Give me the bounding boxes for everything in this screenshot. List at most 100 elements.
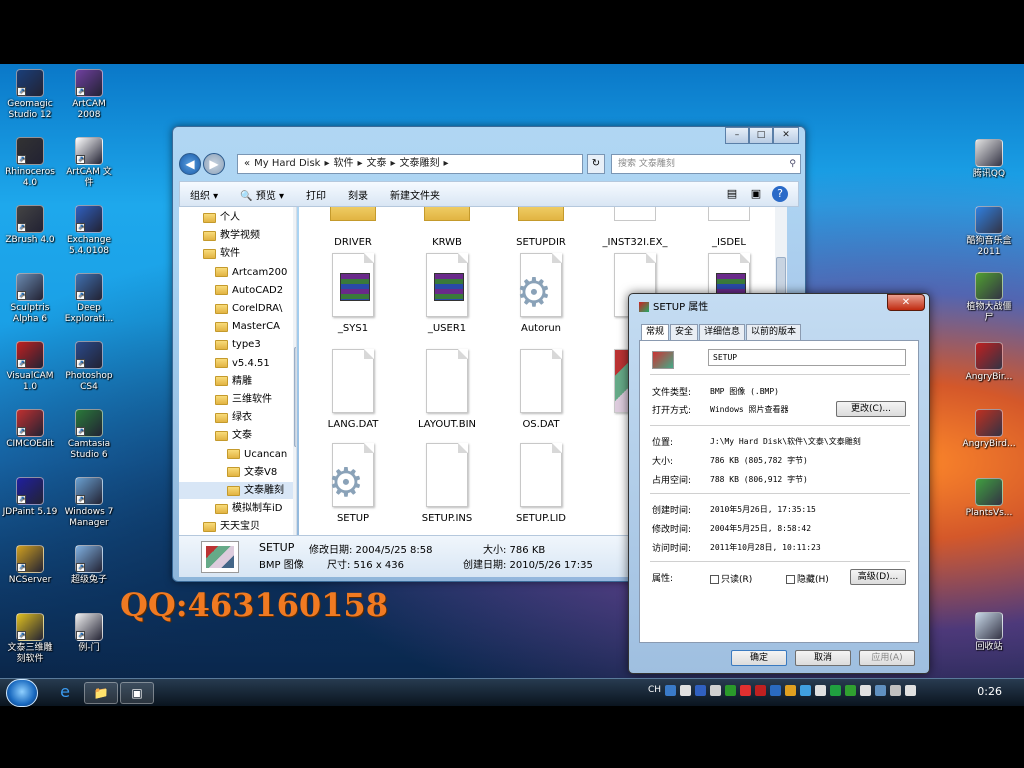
file-item[interactable]: ⚙ Autorun (499, 253, 583, 335)
tree-item[interactable]: CorelDRA\ (215, 300, 282, 317)
tree-item[interactable]: 三维软件 (215, 391, 272, 408)
tree-item[interactable]: 文泰 (215, 427, 252, 444)
tray-icon[interactable] (695, 685, 707, 696)
file-item[interactable]: _USER1 (405, 253, 489, 335)
view-options-icon[interactable]: ▤ (724, 186, 740, 202)
hidden-box[interactable] (786, 575, 795, 584)
desktop-shortcut[interactable]: AngryBir... (958, 342, 1020, 383)
lang-indicator[interactable]: CH (648, 685, 661, 696)
tree-scrollbar[interactable] (293, 207, 296, 535)
tree-item[interactable]: 文泰雕刻 (179, 482, 293, 499)
tree-item[interactable]: 模拟制车iD (215, 500, 282, 517)
desktop-shortcut[interactable]: ↗ Windows 7 Manager (58, 477, 120, 529)
desktop-shortcut[interactable]: ↗ 文泰三维雕 刻软件 (0, 613, 61, 665)
desktop-shortcut[interactable]: ↗ VisualCAM 1.0 (0, 341, 61, 393)
desktop-shortcut[interactable]: ↗ Exchange 5.4.0108 (58, 205, 120, 257)
breadcrumb-arrow-icon[interactable]: ▸ (444, 158, 449, 169)
desktop-shortcut[interactable]: 回收站 (958, 612, 1020, 653)
tree-item[interactable]: 天天宝贝 (203, 518, 260, 535)
filename-field[interactable]: SETUP (708, 349, 906, 366)
file-item[interactable]: LANG.DAT (311, 349, 395, 431)
desktop-shortcut[interactable]: 腾讯QQ (958, 139, 1020, 180)
help-icon[interactable]: ? (772, 186, 788, 202)
back-button[interactable]: ◀ (179, 153, 201, 175)
tray-icon[interactable] (845, 685, 857, 696)
ok-button[interactable]: 确定 (731, 650, 787, 666)
file-item[interactable]: _INST32I.EX_ (593, 207, 677, 249)
tray-icon[interactable] (800, 685, 812, 696)
file-item[interactable]: DRIVER (311, 207, 395, 249)
desktop-shortcut[interactable]: ↗ Deep Explorati... (58, 273, 120, 325)
desktop-shortcut[interactable]: ↗ Photoshop CS4 (58, 341, 120, 393)
breadcrumb-item[interactable]: 文泰 (367, 158, 387, 169)
properties-dialog[interactable]: SETUP 属性 ✕ 常规 安全 详细信息 以前的版本 SETUP 文件类型: … (628, 293, 930, 674)
desktop-shortcut[interactable]: ↗ 超级兔子 (58, 545, 120, 586)
breadcrumb-overflow[interactable]: « (244, 158, 250, 169)
readonly-checkbox[interactable]: 只读(R) (710, 572, 752, 585)
tray-icon[interactable] (710, 685, 722, 696)
tray-icon[interactable] (740, 685, 752, 696)
desktop-shortcut[interactable]: ↗ Geomagic Studio 12 (0, 69, 61, 121)
forward-button[interactable]: ▶ (203, 153, 225, 175)
breadcrumb-item[interactable]: 软件 (333, 158, 353, 169)
desktop-shortcut[interactable]: ↗ JDPaint 5.19 (0, 477, 61, 518)
tray-icon[interactable] (665, 685, 677, 696)
start-button[interactable] (6, 679, 38, 707)
desktop-shortcut[interactable]: ↗ CIMCOEdit (0, 409, 61, 450)
cancel-button[interactable]: 取消 (795, 650, 851, 666)
file-item[interactable]: _ISDEL (687, 207, 771, 249)
desktop-shortcut[interactable]: ↗ NCServer (0, 545, 61, 586)
file-item[interactable]: LAYOUT.BIN (405, 349, 489, 431)
desktop-shortcut[interactable]: PlantsVs... (958, 478, 1020, 519)
desktop-shortcut[interactable]: ↗ ArtCAM 文 件 (58, 137, 120, 189)
tray-icon[interactable] (755, 685, 767, 696)
refresh-button[interactable]: ↻ (587, 154, 605, 174)
breadcrumb-item[interactable]: 文泰雕刻 (400, 158, 440, 169)
ie-icon[interactable]: e (48, 682, 82, 704)
tray-icon[interactable] (905, 685, 917, 696)
tree-item[interactable]: 精雕 (215, 373, 252, 390)
address-bar[interactable]: « My Hard Disk ▸ 软件 ▸ 文泰 ▸ 文泰雕刻 ▸ (237, 154, 583, 174)
desktop-shortcut[interactable]: 植物大战僵 尸 (958, 272, 1020, 324)
minimize-button[interactable]: – (725, 127, 749, 144)
hidden-checkbox[interactable]: 隐藏(H) (786, 572, 829, 585)
file-item[interactable]: _SYS1 (311, 253, 395, 335)
tab-details[interactable]: 详细信息 (699, 324, 746, 340)
tree-scroll-thumb[interactable] (294, 347, 296, 447)
desktop-shortcut[interactable]: ↗ ZBrush 4.0 (0, 205, 61, 246)
readonly-box[interactable] (710, 575, 719, 584)
clock[interactable]: 0:26 (977, 685, 1002, 698)
tray-icon[interactable] (890, 685, 902, 696)
file-item[interactable]: SETUP.INS (405, 443, 489, 525)
desktop-shortcut[interactable]: ↗ Sculptris Alpha 6 (0, 273, 61, 325)
tab-general[interactable]: 常规 (641, 324, 670, 341)
tree-item[interactable]: v5.4.51 (215, 355, 270, 372)
tray-icon[interactable] (725, 685, 737, 696)
breadcrumb-item[interactable]: My Hard Disk (254, 158, 320, 169)
search-input[interactable]: 搜索 文泰雕刻 ⚲ (611, 154, 801, 174)
organize-button[interactable]: 组织 ▾ (190, 187, 218, 202)
advanced-button[interactable]: 高级(D)... (850, 569, 906, 585)
breadcrumb-arrow-icon[interactable]: ▸ (391, 158, 396, 169)
maximize-button[interactable]: □ (749, 127, 773, 144)
tree-item[interactable]: 绿衣 (215, 409, 252, 426)
image-taskbar-icon[interactable]: ▣ (120, 682, 154, 704)
tree-item[interactable]: type3 (215, 336, 261, 353)
file-item[interactable]: OS.DAT (499, 349, 583, 431)
tree-item[interactable]: Ucancan (227, 446, 287, 463)
tree-item[interactable]: AutoCAD2 (215, 282, 283, 299)
breadcrumb-arrow-icon[interactable]: ▸ (357, 158, 362, 169)
tree-item[interactable]: MasterCA (215, 318, 280, 335)
preview-button[interactable]: 🔍 预览 ▾ (240, 187, 284, 202)
tray-icon[interactable] (860, 685, 872, 696)
tree-item[interactable]: 文泰V8 (227, 464, 277, 481)
tray-icon[interactable] (770, 685, 782, 696)
file-item[interactable]: KRWB (405, 207, 489, 249)
desktop-shortcut[interactable]: 酷狗音乐盒 2011 (958, 206, 1020, 258)
burn-button[interactable]: 刻录 (348, 187, 368, 202)
desktop-shortcut[interactable]: ↗ Rhinoceros 4.0 (0, 137, 61, 189)
file-item[interactable]: SETUPDIR (499, 207, 583, 249)
print-button[interactable]: 打印 (306, 187, 326, 202)
tree-item[interactable]: 个人 (203, 209, 240, 226)
file-item[interactable]: SETUP.LID (499, 443, 583, 525)
